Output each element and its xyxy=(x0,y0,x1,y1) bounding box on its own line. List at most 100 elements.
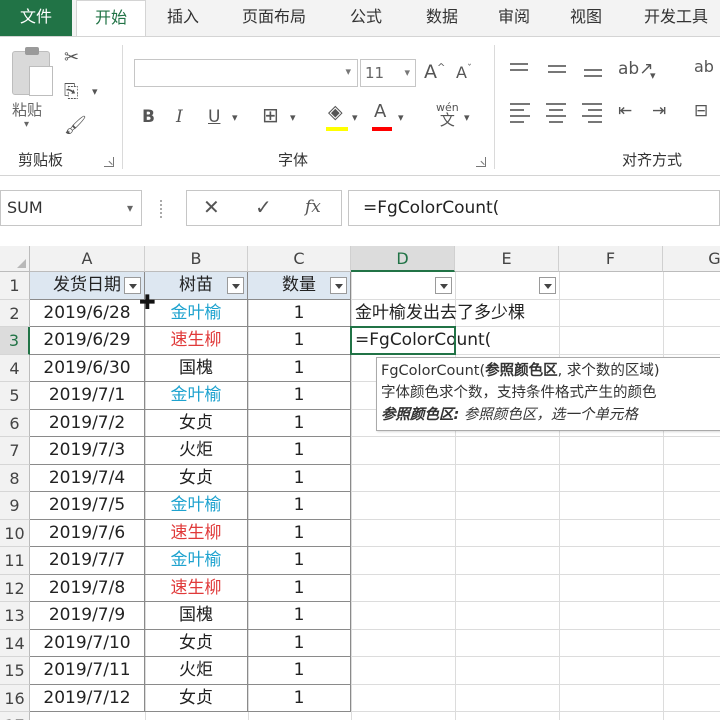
table-cell-date[interactable]: 2019/7/6 xyxy=(30,519,145,547)
table-cell-tree[interactable]: 金叶榆 xyxy=(145,299,248,327)
fill-color-icon[interactable]: ◈ xyxy=(328,101,343,123)
table-cell-qty[interactable]: 1 xyxy=(248,492,351,520)
paste-button[interactable]: 粘贴 xyxy=(12,99,42,120)
table-cell-qty[interactable]: 1 xyxy=(248,629,351,657)
format-painter-icon[interactable]: 🖌 xyxy=(64,115,87,136)
borders-dropdown-icon[interactable]: ▾ xyxy=(290,111,296,124)
table-cell-tree[interactable]: 速生柳 xyxy=(145,574,248,602)
row-header-8[interactable]: 8 xyxy=(0,464,30,492)
table-cell-tree[interactable]: 女贞 xyxy=(145,464,248,492)
table-cell-tree[interactable]: 金叶榆 xyxy=(145,492,248,520)
table-cell-qty[interactable]: 1 xyxy=(248,299,351,327)
table-cell-tree[interactable]: 火炬 xyxy=(145,657,248,685)
row-header-3[interactable]: 3 xyxy=(0,327,30,355)
cancel-icon[interactable]: ✕ xyxy=(203,195,220,219)
header-cell-tree[interactable]: 树苗 xyxy=(145,272,248,300)
grow-font-button[interactable]: A^ xyxy=(424,61,445,83)
underline-button[interactable]: U xyxy=(208,107,220,127)
filter-dropdown-icon[interactable] xyxy=(330,277,347,294)
tab-developer[interactable]: 开发工具 xyxy=(632,0,720,36)
filter-dropdown-icon[interactable] xyxy=(435,277,452,294)
table-cell-date[interactable]: 2019/7/1 xyxy=(30,382,145,410)
table-cell-tree[interactable]: 国槐 xyxy=(145,602,248,630)
table-cell-date[interactable]: 2019/7/11 xyxy=(30,657,145,685)
table-cell-qty[interactable]: 1 xyxy=(248,574,351,602)
row-header-11[interactable]: 11 xyxy=(0,547,30,575)
table-cell-tree[interactable]: 金叶榆 xyxy=(145,382,248,410)
tab-file[interactable]: 文件 xyxy=(0,0,72,36)
filter-dropdown-icon[interactable] xyxy=(227,277,244,294)
worksheet-grid[interactable]: A B C D E F G 1234567891011121314151617 … xyxy=(0,246,720,720)
tab-data[interactable]: 数据 xyxy=(410,0,474,36)
row-header-7[interactable]: 7 xyxy=(0,437,30,465)
table-cell-tree[interactable]: 火炬 xyxy=(145,437,248,465)
chevron-down-icon[interactable]: ▾ xyxy=(345,65,351,78)
table-cell-date[interactable]: 2019/6/28 xyxy=(30,299,145,327)
tab-page-layout[interactable]: 页面布局 xyxy=(226,0,322,36)
tab-review[interactable]: 审阅 xyxy=(482,0,546,36)
table-cell-qty[interactable]: 1 xyxy=(248,547,351,575)
cell-d2[interactable]: 金叶榆发出去了多少棵 xyxy=(351,300,601,328)
resize-grip-icon[interactable] xyxy=(160,200,164,218)
table-cell-tree[interactable]: 女贞 xyxy=(145,684,248,712)
row-header-9[interactable]: 9 xyxy=(0,492,30,520)
table-cell-qty[interactable]: 1 xyxy=(248,327,351,355)
table-cell-tree[interactable]: 速生柳 xyxy=(145,327,248,355)
phonetic-button[interactable]: wén 文 xyxy=(436,101,459,128)
row-header-15[interactable]: 15 xyxy=(0,657,30,685)
shrink-font-button[interactable]: Aˇ xyxy=(456,63,472,82)
clipboard-launcher-icon[interactable] xyxy=(104,157,114,167)
tab-insert[interactable]: 插入 xyxy=(150,0,216,36)
table-cell-qty[interactable]: 1 xyxy=(248,354,351,382)
row-header-2[interactable]: 2 xyxy=(0,299,30,327)
phonetic-dropdown-icon[interactable]: ▾ xyxy=(464,111,470,124)
enter-icon[interactable]: ✓ xyxy=(255,195,272,219)
bold-button[interactable]: B xyxy=(142,107,155,127)
chevron-down-icon[interactable]: ▾ xyxy=(127,191,133,225)
table-cell-date[interactable]: 2019/7/12 xyxy=(30,684,145,712)
table-cell-qty[interactable]: 1 xyxy=(248,464,351,492)
column-header-a[interactable]: A xyxy=(30,246,145,272)
merge-center-icon[interactable]: ⊟ xyxy=(694,101,708,121)
column-header-g[interactable]: G xyxy=(663,246,720,272)
cell-e1[interactable] xyxy=(455,272,559,300)
table-cell-tree[interactable]: 女贞 xyxy=(145,629,248,657)
row-header-12[interactable]: 12 xyxy=(0,574,30,602)
row-header-10[interactable]: 10 xyxy=(0,519,30,547)
formula-input[interactable]: =FgColorCount( xyxy=(348,190,720,226)
table-cell-date[interactable]: 2019/7/8 xyxy=(30,574,145,602)
table-cell-date[interactable]: 2019/7/5 xyxy=(30,492,145,520)
table-cell-date[interactable]: 2019/7/9 xyxy=(30,602,145,630)
table-cell-date[interactable]: 2019/6/30 xyxy=(30,354,145,382)
column-header-c[interactable]: C xyxy=(248,246,351,272)
table-cell-date[interactable]: 2019/7/10 xyxy=(30,629,145,657)
table-cell-date[interactable]: 2019/7/4 xyxy=(30,464,145,492)
row-header-5[interactable]: 5 xyxy=(0,382,30,410)
increase-indent-icon[interactable]: ⇥ xyxy=(652,101,666,121)
table-cell-date[interactable]: 2019/7/2 xyxy=(30,409,145,437)
chevron-down-icon[interactable]: ▾ xyxy=(404,60,410,86)
borders-icon[interactable]: ⊞ xyxy=(262,103,279,127)
table-cell-qty[interactable]: 1 xyxy=(248,409,351,437)
row-header-4[interactable]: 4 xyxy=(0,354,30,382)
column-header-e[interactable]: E xyxy=(455,246,559,272)
copy-dropdown-icon[interactable]: ▾ xyxy=(92,85,98,98)
tooltip-func-name[interactable]: FgColorCount( xyxy=(381,363,485,379)
tab-formulas[interactable]: 公式 xyxy=(334,0,398,36)
cell-d1[interactable] xyxy=(351,272,455,300)
fill-color-dropdown-icon[interactable]: ▾ xyxy=(352,111,358,124)
orientation-icon[interactable]: ab↗ xyxy=(618,59,653,79)
font-size-box[interactable]: 11 ▾ xyxy=(360,59,416,87)
column-header-d[interactable]: D xyxy=(351,246,455,272)
table-cell-qty[interactable]: 1 xyxy=(248,684,351,712)
header-cell-qty[interactable]: 数量 xyxy=(248,272,351,300)
paste-dropdown-icon[interactable]: ▾ xyxy=(24,119,29,130)
wrap-text-icon[interactable]: ab xyxy=(694,57,714,76)
table-cell-date[interactable]: 2019/6/29 xyxy=(30,327,145,355)
insert-function-icon[interactable]: fx xyxy=(305,197,321,217)
decrease-indent-icon[interactable]: ⇤ xyxy=(618,101,632,121)
table-cell-date[interactable]: 2019/7/3 xyxy=(30,437,145,465)
table-cell-qty[interactable]: 1 xyxy=(248,602,351,630)
table-cell-qty[interactable]: 1 xyxy=(248,519,351,547)
row-header-6[interactable]: 6 xyxy=(0,409,30,437)
